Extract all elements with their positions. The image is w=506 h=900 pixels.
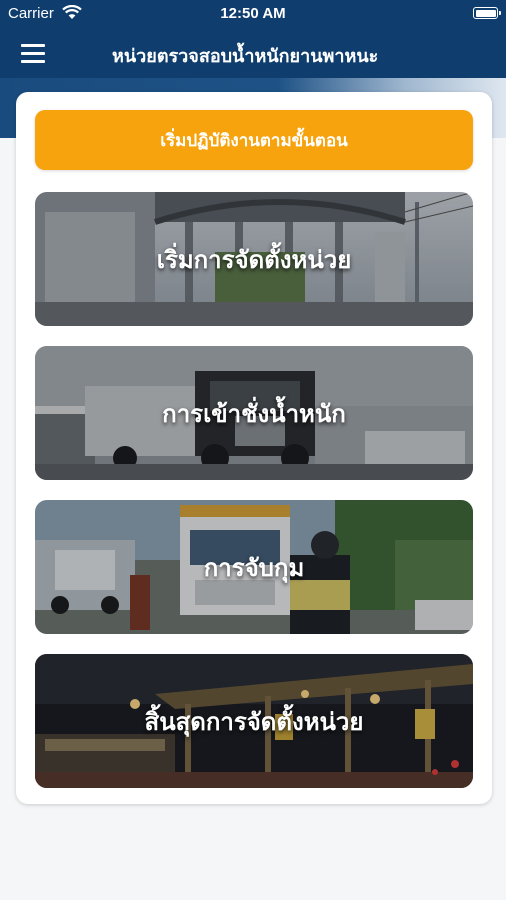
navigation-bar: หน่วยตรวจสอบน้ำหนักยานพาหนะ [0,28,506,78]
tile-arrest[interactable]: การจับกุม [35,500,473,634]
main-card: เริ่มปฏิบัติงานตามขั้นตอน เริ่มการจัดตั้… [16,92,492,804]
start-procedure-button[interactable]: เริ่มปฏิบัติงานตามขั้นตอน [35,110,473,170]
tile-label: เริ่มการจัดตั้งหน่วย [156,245,352,274]
clock: 12:50 AM [220,5,286,22]
status-bar: Carrier 12:50 AM [0,0,506,28]
app-screen: Carrier 12:50 AM หน่วยตรวจสอบน้ำหนักยานพ… [0,0,506,900]
tile-setup-unit[interactable]: เริ่มการจัดตั้งหน่วย [35,192,473,326]
tile-label: การเข้าชั่งน้ำหนัก [162,399,346,428]
battery-full-icon [473,7,501,19]
tile-label: การจับกุม [203,553,305,582]
hamburger-menu-icon[interactable] [18,40,48,66]
page-title: หน่วยตรวจสอบน้ำหนักยานพาหนะ [112,46,379,67]
tile-label: สิ้นสุดการจัดตั้งหน่วย [144,707,364,736]
tile-weighing[interactable]: การเข้าชั่งน้ำหนัก [35,346,473,480]
tile-end-unit[interactable]: สิ้นสุดการจัดตั้งหน่วย [35,654,473,788]
